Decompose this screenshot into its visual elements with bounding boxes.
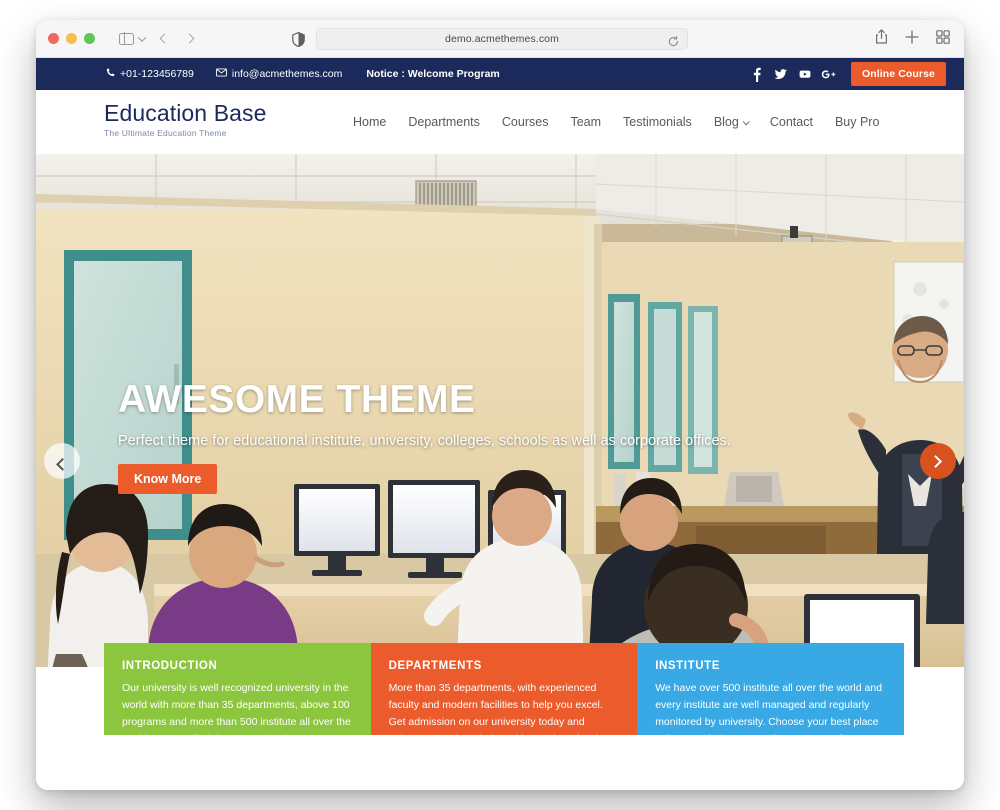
main-navigation: Home Departments Courses Team Testimonia… [342, 90, 890, 154]
chevron-left-icon [55, 457, 69, 471]
twitter-icon[interactable] [769, 58, 793, 90]
nav-label: Testimonials [623, 115, 692, 129]
nav-label: Buy Pro [834, 115, 880, 129]
nav-item-courses[interactable]: Courses [491, 115, 560, 129]
hero-subtitle: Perfect theme for educational institute,… [118, 433, 731, 449]
hero-slider: AWESOME THEME Perfect theme for educatio… [36, 154, 964, 735]
nav-item-contact[interactable]: Contact [759, 115, 824, 129]
mail-icon [215, 68, 227, 80]
info-card-departments[interactable]: DEPARTMENTS More than 35 departments, wi… [370, 643, 638, 735]
tab-overview-icon[interactable] [936, 29, 950, 49]
info-card-body: More than 35 departments, with experienc… [388, 682, 609, 735]
shield-icon[interactable] [292, 31, 305, 48]
chevron-down-icon [742, 117, 750, 125]
topbar-email[interactable]: info@acmethemes.com [215, 68, 343, 80]
site-header: Education Base The Ultimate Education Th… [36, 90, 964, 154]
brand-tagline: The Ultimate Education Theme [104, 128, 227, 139]
address-bar[interactable]: demo.acmethemes.com [316, 28, 688, 50]
nav-item-team[interactable]: Team [559, 115, 612, 129]
info-card-introduction[interactable]: INTRODUCTION Our university is well reco… [104, 643, 371, 735]
sidebar-icon [119, 32, 134, 45]
forward-arrow-icon[interactable] [184, 33, 195, 44]
share-icon[interactable] [875, 29, 888, 49]
info-card-body: We have over 500 institute all over the … [655, 682, 883, 735]
carousel-next-button[interactable] [920, 443, 956, 479]
page-viewport: +01-123456789 info@acmethemes.com Notice… [36, 58, 964, 790]
nav-label: Departments [408, 115, 480, 129]
nav-item-buy-pro[interactable]: Buy Pro [824, 115, 890, 129]
maximize-window-button[interactable] [84, 33, 95, 44]
chevron-down-icon[interactable] [137, 32, 147, 42]
back-arrow-icon[interactable] [159, 33, 170, 44]
nav-label: Courses [501, 115, 549, 129]
info-card-title: DEPARTMENTS [388, 660, 482, 672]
sidebar-toggle-button[interactable] [119, 32, 147, 45]
topbar-phone[interactable]: +01-123456789 [106, 68, 194, 80]
chevron-right-icon [928, 454, 942, 468]
youtube-icon[interactable] [793, 58, 817, 90]
minimize-window-button[interactable] [66, 33, 77, 44]
browser-toolbar-right [875, 20, 950, 58]
nav-item-blog[interactable]: Blog [703, 115, 759, 129]
info-card-title: INTRODUCTION [122, 660, 218, 672]
site-topbar: +01-123456789 info@acmethemes.com Notice… [36, 58, 964, 90]
info-card-title: INSTITUTE [655, 660, 721, 672]
site-brand[interactable]: Education Base The Ultimate Education Th… [104, 100, 267, 139]
topbar-email-text: info@acmethemes.com [231, 68, 343, 80]
nav-label: Blog [713, 115, 739, 129]
brand-title: Education Base [104, 100, 267, 126]
nav-item-departments[interactable]: Departments [397, 115, 491, 129]
address-url-text: demo.acmethemes.com [445, 33, 559, 45]
carousel-prev-button[interactable] [44, 443, 80, 479]
nav-item-home[interactable]: Home [342, 115, 397, 129]
facebook-icon[interactable] [745, 58, 769, 90]
nav-label: Team [570, 115, 602, 129]
hero-title: AWESOME THEME [118, 378, 476, 421]
info-card-body: Our university is well recognized univer… [122, 682, 351, 735]
browser-toolbar: demo.acmethemes.com [36, 20, 964, 58]
plus-icon[interactable] [905, 29, 919, 49]
window-controls [48, 33, 95, 44]
nav-item-testimonials[interactable]: Testimonials [612, 115, 703, 129]
close-window-button[interactable] [48, 33, 59, 44]
online-course-button[interactable]: Online Course [850, 62, 946, 86]
browser-window: demo.acmethemes.com +01-123456789 info@a… [36, 20, 964, 790]
hero-text-block: AWESOME THEME Perfect theme for educatio… [118, 380, 778, 494]
topbar-right: Online Course [745, 58, 946, 90]
reload-icon[interactable] [668, 34, 679, 47]
nav-label: Contact [769, 115, 813, 129]
info-card-institute[interactable]: INSTITUTE We have over 500 institute all… [637, 643, 904, 735]
phone-icon [106, 68, 115, 80]
nav-label: Home [353, 115, 387, 129]
know-more-button[interactable]: Know More [118, 464, 218, 494]
navigation-arrows [159, 33, 195, 44]
info-cards-row: INTRODUCTION Our university is well reco… [104, 643, 904, 735]
topbar-notice: Notice : Welcome Program [366, 68, 500, 80]
googleplus-icon[interactable] [817, 58, 841, 90]
topbar-phone-text: +01-123456789 [120, 68, 194, 80]
